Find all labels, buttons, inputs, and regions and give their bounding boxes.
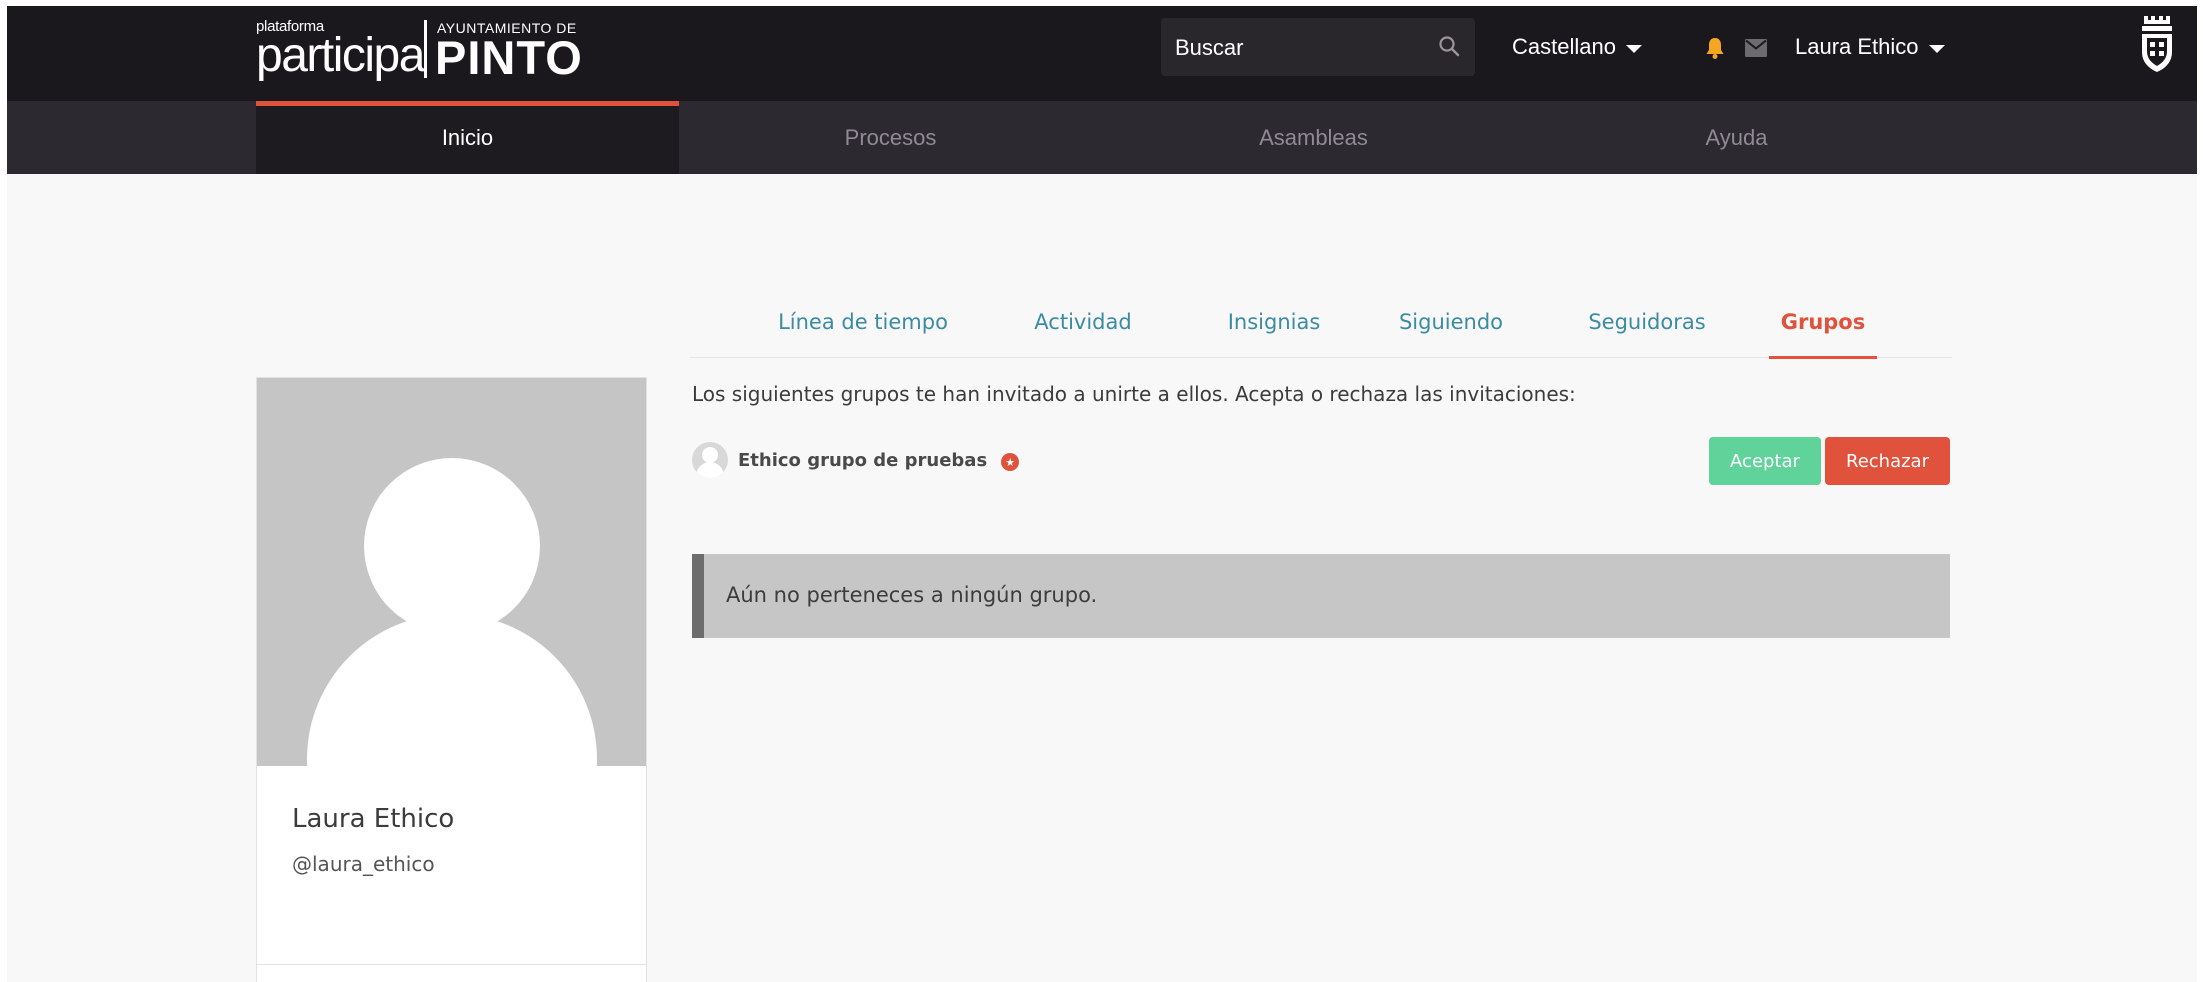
search-icon[interactable]: [1437, 34, 1461, 58]
language-selector[interactable]: Castellano: [1512, 34, 1642, 60]
invitations-intro: Los siguientes grupos te han invitado a …: [692, 382, 1576, 406]
search-placeholder: Buscar: [1175, 35, 1244, 60]
group-name-link[interactable]: Ethico grupo de pruebas: [738, 450, 987, 471]
tab-actividad[interactable]: Actividad: [1030, 286, 1136, 358]
chevron-down-icon: [1625, 44, 1642, 53]
language-label: Castellano: [1512, 34, 1616, 59]
nav-item-inicio[interactable]: Inicio: [256, 101, 679, 174]
user-menu[interactable]: Laura Ethico: [1795, 34, 1945, 60]
tab-linea-de-tiempo[interactable]: Línea de tiempo: [778, 286, 948, 358]
empty-groups-text: Aún no perteneces a ningún grupo.: [726, 583, 1098, 607]
coat-of-arms-icon[interactable]: [2138, 16, 2176, 74]
logo-divider: [424, 20, 427, 78]
avatar-head-shape: [364, 458, 540, 634]
empty-groups-notice: Aún no perteneces a ningún grupo.: [692, 554, 1950, 638]
group-avatar[interactable]: [692, 442, 728, 478]
chevron-down-icon: [1928, 44, 1945, 53]
profile-handle: @laura_ethico: [292, 852, 435, 876]
logo-main-text: participa: [256, 29, 425, 82]
profile-tabs: Línea de tiempo Actividad Insignias Sigu…: [690, 286, 1952, 359]
logo-org-main-text: PINTO: [435, 31, 583, 84]
tab-insignias[interactable]: Insignias: [1222, 286, 1326, 358]
profile-name: Laura Ethico: [292, 804, 455, 834]
profile-card: Laura Ethico @laura_ethico: [256, 377, 647, 982]
top-bar: plataforma participa AYUNTAMIENTO DE PIN…: [7, 6, 2197, 101]
group-invitation-row: Ethico grupo de pruebas ★: [692, 442, 1020, 478]
user-name-label: Laura Ethico: [1795, 34, 1919, 59]
avatar: [257, 378, 646, 766]
avatar-body-shape: [307, 614, 597, 766]
bell-icon[interactable]: [1704, 36, 1726, 60]
page: plataforma participa AYUNTAMIENTO DE PIN…: [7, 6, 2197, 982]
main-navigation: Inicio Procesos Asambleas Ayuda: [7, 101, 2197, 174]
tab-seguidoras[interactable]: Seguidoras: [1583, 286, 1711, 358]
card-divider: [257, 964, 646, 965]
search-input[interactable]: Buscar: [1161, 18, 1475, 76]
tab-siguiendo[interactable]: Siguiendo: [1396, 286, 1506, 358]
envelope-icon[interactable]: [1745, 39, 1767, 57]
site-logo[interactable]: plataforma participa AYUNTAMIENTO DE PIN…: [256, 14, 596, 82]
reject-invitation-button[interactable]: Rechazar: [1825, 437, 1950, 485]
nav-item-ayuda[interactable]: Ayuda: [1525, 101, 1948, 174]
tab-grupos[interactable]: Grupos: [1769, 286, 1877, 359]
verified-badge-icon: ★: [1001, 453, 1020, 471]
nav-item-procesos[interactable]: Procesos: [679, 101, 1102, 174]
accept-invitation-button[interactable]: Aceptar: [1709, 437, 1821, 485]
nav-item-asambleas[interactable]: Asambleas: [1102, 101, 1525, 174]
